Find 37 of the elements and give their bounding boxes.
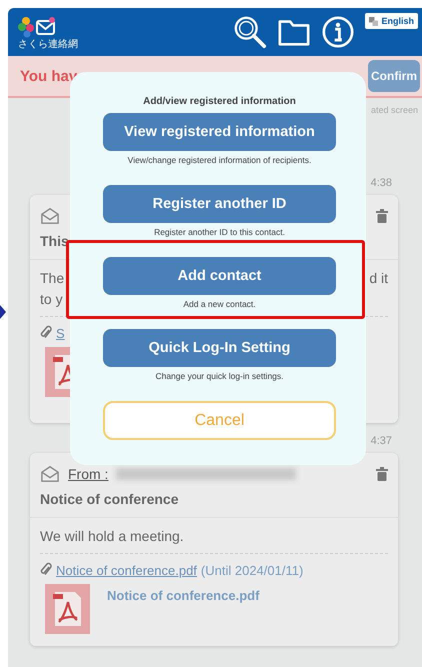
time-text: 4:37 (370, 435, 393, 447)
attachment-link[interactable]: Notice of conference.pdf (56, 562, 197, 578)
paperclip-icon (40, 562, 52, 578)
action-description: Add a new contact. (182, 299, 257, 310)
trash-icon[interactable] (376, 209, 388, 223)
action-description: Change your quick log-in settings. (154, 371, 285, 382)
note-text: ated screen (370, 104, 418, 115)
dialog-title: Add/view registered information (142, 96, 297, 107)
paperclip-icon (40, 325, 52, 341)
info-icon[interactable] (321, 15, 356, 49)
attachment-link[interactable]: S (56, 326, 65, 340)
action-button[interactable]: Quick Log-In Setting (103, 329, 336, 367)
action-description: View/change registered information of recipients. (126, 155, 312, 166)
action-button[interactable]: Register another ID (103, 185, 336, 223)
message-body-text: We will hold a meeting. (40, 527, 184, 546)
time-text: 4:38 (370, 177, 393, 189)
confirm-button[interactable]: Confirm (368, 60, 420, 92)
language-button[interactable]: English (365, 13, 418, 29)
search-icon[interactable] (233, 15, 268, 49)
message-body-text: d it (369, 269, 388, 288)
envelope-icon (40, 207, 60, 225)
pdf-file-icon[interactable] (45, 584, 90, 634)
message-subject: Notice of conference (40, 491, 180, 507)
message-body-text: The (40, 269, 64, 288)
logo-text: さくら連絡網 (18, 38, 78, 50)
arrow-icon (0, 305, 6, 319)
file-name[interactable]: Notice of conference.pdf (107, 588, 260, 603)
flower-envelope-logo-icon (18, 14, 58, 38)
action-button[interactable]: Add contact (103, 257, 336, 295)
action-description: Register another ID to this contact. (153, 227, 286, 238)
translate-icon (369, 16, 378, 26)
trash-icon[interactable] (376, 467, 388, 481)
from-link[interactable]: From : (68, 466, 108, 482)
message-body-text: to y (40, 290, 63, 309)
envelope-icon (40, 465, 60, 483)
action-button[interactable]: View registered information (103, 113, 336, 151)
attachment-expiry: (Until 2024/01/11) (200, 562, 304, 578)
